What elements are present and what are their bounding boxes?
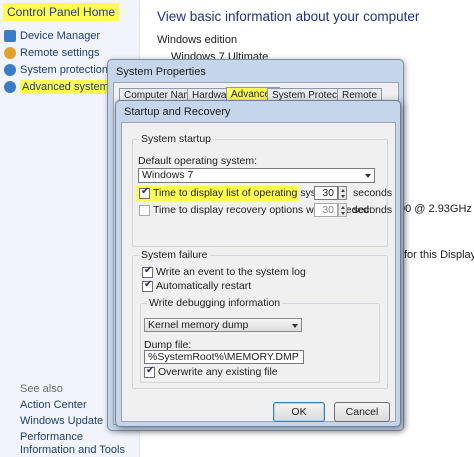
auto-restart-checkbox[interactable]	[142, 279, 153, 292]
system-properties-title: System Properties	[116, 66, 206, 78]
startup-recovery-title: Startup and Recovery	[124, 106, 231, 118]
time-list-unit: seconds	[353, 187, 393, 199]
windows-edition-heading: Windows edition	[157, 34, 238, 46]
control-panel-home-link[interactable]: Control Panel Home	[3, 3, 120, 21]
page-title: View basic information about your comput…	[157, 9, 420, 24]
write-event-label: Write an event to the system log	[156, 266, 306, 278]
display-info-fragment: for this Display	[404, 249, 474, 261]
write-event-checkbox[interactable]	[142, 265, 153, 278]
default-os-value: Windows 7	[142, 169, 194, 181]
remote-settings-label: Remote settings	[20, 47, 100, 59]
system-startup-label: System startup	[139, 133, 214, 145]
time-list-input[interactable]: 30	[314, 186, 338, 200]
system-protection-link[interactable]: System protection	[4, 62, 108, 78]
processor-value-fragment: 00 @ 2.93GHz 2.9	[399, 203, 474, 215]
default-os-select[interactable]: Windows 7	[138, 168, 375, 183]
startup-recovery-body: System startup Default operating system:…	[121, 122, 396, 422]
debug-info-label: Write debugging information	[147, 297, 283, 309]
time-list-checkbox[interactable]	[139, 186, 150, 199]
time-recovery-unit: seconds	[353, 204, 393, 216]
ok-button[interactable]: OK	[273, 402, 325, 422]
auto-restart-label: Automatically restart	[156, 280, 252, 292]
time-recovery-checkbox[interactable]	[139, 205, 150, 216]
performance-info-link[interactable]: Performance Information and Tools	[20, 431, 138, 457]
default-os-label: Default operating system:	[138, 155, 258, 167]
cancel-button[interactable]: Cancel	[334, 402, 390, 422]
remote-settings-icon	[4, 47, 16, 59]
dump-file-input[interactable]: %SystemRoot%\MEMORY.DMP	[144, 350, 304, 364]
advanced-settings-icon	[4, 81, 16, 93]
see-also-heading: See also	[20, 383, 63, 395]
chevron-down-icon	[365, 174, 371, 178]
system-protection-icon	[4, 64, 16, 76]
system-protection-label: System protection	[20, 64, 109, 76]
time-list-spinner[interactable]	[338, 186, 347, 200]
startup-recovery-dialog: Startup and Recovery System startup Defa…	[115, 100, 401, 427]
debug-type-select[interactable]: Kernel memory dump	[144, 318, 302, 332]
overwrite-checkbox[interactable]	[144, 365, 155, 378]
time-recovery-input[interactable]: 30	[314, 203, 338, 217]
device-manager-link[interactable]: Device Manager	[4, 28, 100, 44]
remote-settings-link[interactable]: Remote settings	[4, 45, 99, 61]
system-failure-label: System failure	[139, 249, 210, 261]
chevron-down-icon	[292, 324, 298, 328]
device-manager-icon	[4, 30, 16, 42]
device-manager-label: Device Manager	[20, 30, 101, 42]
overwrite-label: Overwrite any existing file	[158, 366, 278, 378]
debug-type-value: Kernel memory dump	[148, 319, 249, 331]
time-recovery-spinner[interactable]	[338, 203, 347, 217]
